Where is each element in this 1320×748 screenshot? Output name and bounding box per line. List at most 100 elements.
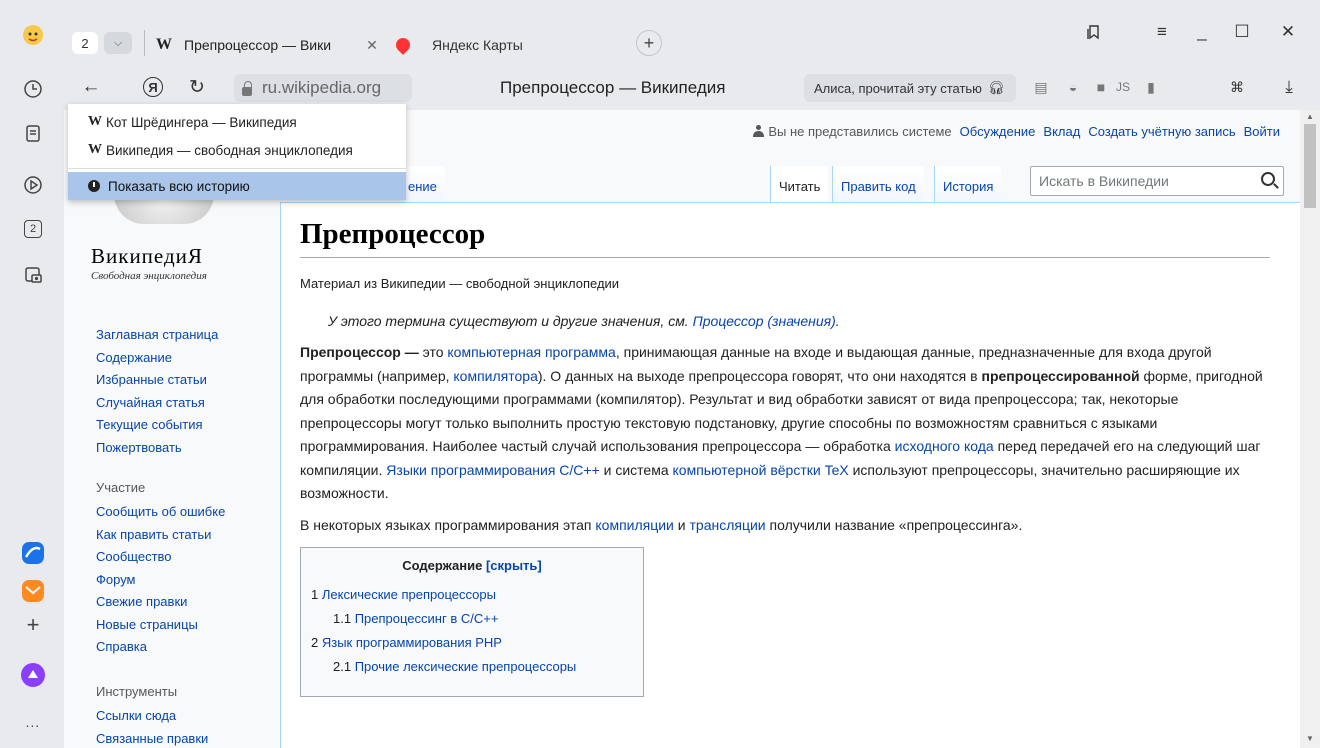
reader-mode-icon[interactable]: ▤ [1030,76,1052,98]
tabs-dropdown-chevron-icon[interactable]: ⌵ [104,32,132,54]
link-computer-program[interactable]: компьютерная программа [447,344,615,360]
download-icon[interactable]: ⤓ [1278,76,1300,98]
sidebar-item-forum[interactable]: Форум [96,569,225,592]
show-all-history-item[interactable]: Показать всю историю [68,172,406,200]
search-icon[interactable] [1261,172,1275,186]
create-account-link[interactable]: Создать учётную запись [1088,124,1235,139]
toc-item[interactable]: 2.1 Прочие лексические препроцессоры [311,655,633,679]
toc-link[interactable]: Язык программирования PHP [322,635,502,650]
tab-count-badge[interactable]: 2 [72,32,98,54]
hatnote-link[interactable]: Процессор (значения) [693,313,836,329]
sidebar-item-what-links-here[interactable]: Ссылки сюда [96,705,208,728]
sidebar-item-new-pages[interactable]: Новые страницы [96,614,225,637]
sidebar-item-contents[interactable]: Содержание [96,347,218,370]
alisa-read-article-button[interactable]: Алиса, прочитай эту статью 🎧︎ [804,74,1016,102]
close-window-icon[interactable]: ✕ [1276,20,1300,44]
link-source-code[interactable]: исходного кода [895,438,994,454]
toc-link[interactable]: Препроцессинг в C/C++ [355,611,499,626]
history-item[interactable]: W Википедия — свободная энциклопедия [68,136,406,164]
new-tab-button[interactable]: + [636,30,662,56]
sidebar-item-recent-changes[interactable]: Свежие правки [96,591,225,614]
wikipedia-tagline: Свободная энциклопедия [91,270,207,282]
history-item[interactable]: W Кот Шрёдингера — Википедия [68,108,406,136]
toc-title: Содержание [скрыть] [311,558,633,573]
maximize-icon[interactable]: ☐ [1230,20,1254,44]
reload-icon[interactable]: ↻ [184,74,210,100]
bookmark-sidebar-icon[interactable] [1082,20,1106,44]
more-icon[interactable]: ∙∙∙ [20,712,46,738]
scroll-up-arrow-icon[interactable]: ▲ [1304,112,1316,124]
talk-link[interactable]: Обсуждение [960,124,1036,139]
contributions-link[interactable]: Вклад [1043,124,1080,139]
sidebar-item-community[interactable]: Сообщество [96,546,225,569]
alice-icon[interactable] [20,662,46,688]
scroll-down-arrow-icon[interactable]: ▼ [1304,734,1316,746]
protect-icon[interactable]: ◒ [1062,76,1084,98]
toc-item[interactable]: 1.1 Препроцессинг в C/C++ [311,607,633,631]
sidebar-item-report-error[interactable]: Сообщить об ошибке [96,501,225,524]
history-icon[interactable] [20,76,46,102]
toc-hide-toggle[interactable]: [скрыть] [486,558,542,573]
tab-edit-source[interactable]: Править код [832,166,924,202]
tab-history[interactable]: История [934,166,1002,202]
chat-icon[interactable]: ■ [1090,76,1112,98]
sidebar-item-current-events[interactable]: Текущие события [96,414,218,437]
hatnote: У этого термина существуют и другие знач… [328,313,840,329]
bookmark-icon[interactable]: ▮ [1140,76,1162,98]
tab-close-icon[interactable]: ✕ [362,37,382,54]
tab-read[interactable]: Читать [770,166,829,202]
sidebar-header-participation: Участие [96,480,146,495]
page-scrollbar[interactable]: ▲ ▼ [1300,110,1320,748]
toc-link[interactable]: Лексические препроцессоры [322,587,496,602]
yandex-logo-icon[interactable]: Я [140,74,166,100]
sidebar-item-how-to-edit[interactable]: Как править статьи [96,524,225,547]
sidebar-item-main-page[interactable]: Заглавная страница [96,324,218,347]
link-compiler[interactable]: компилятора [453,368,537,384]
tab-yandex-maps[interactable]: Яндекс Карты [390,28,620,62]
link-translation[interactable]: трансляции [690,517,766,533]
text-run: ). О данных на выходе препроцессора гово… [537,367,982,384]
sidebar-item-donate[interactable]: Пожертвовать [96,437,218,460]
menu-divider [68,168,406,169]
scroll-thumb[interactable] [1304,124,1316,208]
javascript-icon[interactable]: JS [1112,76,1134,98]
link-c-cpp[interactable]: Языки программирования C/C++ [386,462,599,478]
url-text: ru.wikipedia.org [262,78,382,97]
toc-heading: Содержание [402,558,483,573]
yandex-messenger-icon[interactable] [20,540,46,566]
minimize-icon[interactable]: _ [1190,20,1214,44]
toc-item[interactable]: 1 Лексические препроцессоры [311,583,633,607]
tab-wikipedia[interactable]: W Препроцессор — Вики ✕ [152,28,382,62]
address-bar[interactable]: ru.wikipedia.org [234,74,412,102]
yandex-maps-pin-icon [393,35,413,55]
sidebar-item-random[interactable]: Случайная статья [96,392,218,415]
extension-icon[interactable]: ⌘ [1226,76,1248,98]
screenshot-icon[interactable] [20,262,46,288]
back-icon[interactable]: ← [78,74,104,100]
sidebar-header-tools: Инструменты [96,684,178,699]
wiki-search-input[interactable]: Искать в Википедии [1030,166,1284,196]
login-link[interactable]: Войти [1244,124,1280,139]
table-of-contents: Содержание [скрыть] 1 Лексические препро… [300,547,644,697]
menu-icon[interactable]: ≡ [1150,20,1174,44]
toc-number: 2.1 [333,659,352,674]
search-placeholder: Искать в Википедии [1039,173,1169,189]
tab-separator [144,30,145,56]
link-tex[interactable]: компьютерной вёрстки TeX [673,462,849,478]
text-run: В некоторых языках программирования этап [300,516,596,533]
add-app-icon[interactable]: + [20,612,46,638]
link-compilation[interactable]: компиляции [595,517,674,533]
wikipedia-wordmark[interactable]: ВикипедиЯ [91,244,203,269]
history-item-label: Кот Шрёдингера — Википедия [106,114,297,130]
tabs-counter-icon[interactable]: 2 [20,216,46,242]
sidebar-item-related-changes[interactable]: Связанные правки [96,728,208,748]
toc-link[interactable]: Прочие лексические препроцессоры [355,659,577,674]
alice-avatar-icon[interactable] [20,22,46,48]
sidebar-item-featured[interactable]: Избранные статьи [96,369,218,392]
tab-discussion-partial[interactable]: ение [400,166,445,202]
sidebar-item-help[interactable]: Справка [96,636,225,659]
mail-icon[interactable] [20,578,46,604]
collections-icon[interactable] [20,120,46,146]
toc-item[interactable]: 2 Язык программирования PHP [311,631,633,655]
video-play-icon[interactable] [20,172,46,198]
